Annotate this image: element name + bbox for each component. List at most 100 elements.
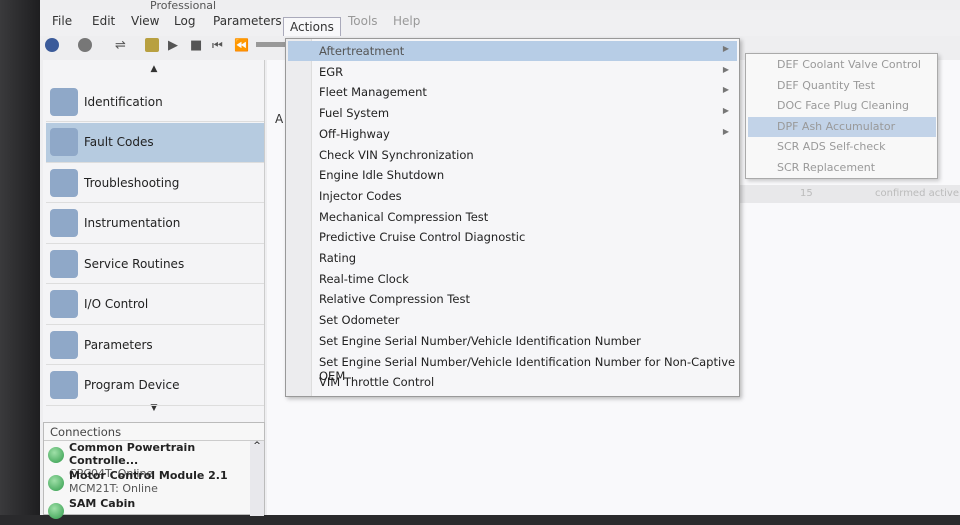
menu-parameters[interactable]: Parameters bbox=[213, 14, 282, 28]
content-tab[interactable]: A bbox=[275, 112, 283, 126]
menu-item-label: Fuel System bbox=[319, 106, 390, 121]
menu-item-label: Predictive Cruise Control Diagnostic bbox=[319, 230, 526, 245]
menu-item-label: Real-time Clock bbox=[319, 271, 409, 286]
play-icon[interactable]: ▶ bbox=[168, 38, 182, 53]
menu-bar: File Edit View Log Parameters Actions Tools Hel… bbox=[40, 10, 960, 36]
menu-item-aftertreatment[interactable]: Aftertreatment ▶ bbox=[288, 41, 737, 61]
menu-item-set-odometer[interactable]: Set Odometer bbox=[288, 310, 737, 330]
menu-view[interactable]: View bbox=[131, 14, 159, 28]
menu-item-label: Fleet Management bbox=[319, 85, 427, 100]
actions-menu: Aftertreatment ▶ EGR ▶ Fleet Management ▶ Fuel… bbox=[285, 38, 740, 397]
gears-icon bbox=[50, 249, 78, 278]
connection-item[interactable]: SAM Cabin bbox=[44, 497, 264, 525]
sidebar-item-instrumentation[interactable]: Instrumentation bbox=[46, 204, 264, 244]
fault-count: 15 bbox=[800, 188, 813, 199]
sidebar-item-label: Program Device bbox=[84, 378, 180, 392]
menu-help[interactable]: Help bbox=[393, 14, 420, 28]
connection-name: SAM Cabin bbox=[69, 497, 136, 510]
menu-edit[interactable]: Edit bbox=[92, 14, 115, 28]
sidebar-item-identification[interactable]: Identification bbox=[46, 82, 264, 122]
toolbar: ⇌ ▶ ■ ⏮ ⏪ bbox=[40, 36, 300, 58]
menu-item-label: Rating bbox=[319, 251, 357, 265]
skip-start-icon[interactable]: ⏮ bbox=[212, 38, 226, 52]
submenu-arrow-icon: ▶ bbox=[722, 126, 729, 136]
menu-item-engine-idle-shutdown[interactable]: Engine Idle Shutdown bbox=[288, 165, 737, 185]
menu-item-vim-throttle-control[interactable]: VIM Throttle Control bbox=[288, 372, 737, 392]
submenu-arrow-icon: ▶ bbox=[722, 85, 729, 95]
slider-handle[interactable] bbox=[256, 42, 286, 47]
menu-item-label: Off-Highway bbox=[319, 126, 390, 141]
menu-item-predictive-cruise-control-diagnostic[interactable]: Predictive Cruise Control Diagnostic bbox=[288, 227, 737, 247]
menu-item-label: Aftertreatment bbox=[319, 44, 405, 58]
menu-item-check-vin-synchronization[interactable]: Check VIN Synchronization bbox=[288, 145, 737, 165]
menu-item-off-highway[interactable]: Off-Highway ▶ bbox=[288, 124, 737, 144]
submenu-item-scr-replacement[interactable]: SCR Replacement bbox=[748, 158, 936, 178]
back-icon[interactable] bbox=[45, 38, 59, 52]
submenu-item-scr-ads-self-check[interactable]: SCR ADS Self-check bbox=[748, 137, 936, 157]
menu-file[interactable]: File bbox=[52, 14, 72, 28]
connections-title: Connections bbox=[44, 423, 264, 441]
app-window: Professional File Edit View Log Parameters Ac… bbox=[40, 0, 960, 519]
connection-item[interactable]: Motor Control Module 2.1 MCM21T: Online bbox=[44, 469, 264, 497]
sidebar-item-fault-codes[interactable]: Fault Codes bbox=[46, 122, 264, 163]
fault-light-icon bbox=[50, 128, 78, 156]
menu-item-fleet-management[interactable]: Fleet Management ▶ bbox=[288, 82, 737, 102]
submenu-item-def-quantity-test[interactable]: DEF Quantity Test bbox=[748, 76, 936, 96]
menu-item-real-time-clock[interactable]: Real-time Clock bbox=[288, 269, 737, 289]
menu-item-label: Mechanical Compression Test bbox=[319, 209, 489, 224]
forward-icon[interactable] bbox=[78, 38, 92, 52]
stop-icon[interactable]: ■ bbox=[190, 38, 204, 53]
window-title: Professional bbox=[150, 0, 217, 12]
submenu-arrow-icon: ▶ bbox=[722, 106, 729, 116]
status-online-icon bbox=[48, 447, 64, 463]
menu-actions[interactable]: Actions bbox=[283, 17, 341, 36]
gear-icon bbox=[50, 290, 78, 318]
connection-status: MCM21T: Online bbox=[69, 482, 158, 495]
fault-status: confirmed active bbox=[875, 188, 960, 199]
menu-item-label: Engine Idle Shutdown bbox=[319, 168, 445, 183]
sidebar-item-service-routines[interactable]: Service Routines bbox=[46, 244, 264, 284]
scroll-up-icon[interactable]: ▲ bbox=[43, 64, 265, 74]
sidebar-item-program-device[interactable]: Program Device bbox=[46, 366, 264, 406]
chip-icon bbox=[50, 371, 78, 399]
sidebar-item-label: Service Routines bbox=[84, 256, 185, 271]
menu-item-mechanical-compression-test[interactable]: Mechanical Compression Test bbox=[288, 207, 737, 227]
menu-item-label: Set Engine Serial Number/Vehicle Identif… bbox=[319, 333, 641, 348]
menu-item-set-engine-serial-number-vehicle-identif[interactable]: Set Engine Serial Number/Vehicle Identif… bbox=[288, 352, 737, 383]
aftertreatment-submenu: DEF Coolant Valve Control DEF Quantity Te… bbox=[745, 53, 938, 179]
menu-log[interactable]: Log bbox=[174, 14, 195, 28]
submenu-item-dpf-ash-accumulator[interactable]: DPF Ash Accumulator bbox=[748, 116, 936, 137]
menu-item-set-engine-serial-number-vehicle-identif[interactable]: Set Engine Serial Number/Vehicle Identif… bbox=[288, 331, 737, 351]
menu-item-label: Check VIN Synchronization bbox=[319, 147, 474, 162]
submenu-item-def-coolant-valve-control[interactable]: DEF Coolant Valve Control bbox=[748, 55, 936, 75]
id-card-icon bbox=[50, 87, 78, 116]
swap-icon[interactable]: ⇌ bbox=[115, 38, 129, 53]
clipboard-icon bbox=[50, 330, 78, 359]
sidebar-item-parameters[interactable]: Parameters bbox=[46, 325, 264, 365]
connection-name: Common Powertrain Controlle... bbox=[69, 441, 196, 467]
rewind-icon[interactable]: ⏪ bbox=[234, 38, 249, 52]
menu-item-fuel-system[interactable]: Fuel System ▶ bbox=[288, 103, 737, 123]
connections-panel: Connections ^ Common Powertrain Controll… bbox=[43, 422, 265, 519]
gauge-icon bbox=[50, 209, 78, 237]
submenu-item-doc-face-plug-cleaning[interactable]: DOC Face Plug Cleaning bbox=[748, 96, 936, 116]
connection-item[interactable]: Common Powertrain Controlle... CPC04T: On… bbox=[44, 441, 264, 480]
sidebar-item-troubleshooting[interactable]: Troubleshooting bbox=[46, 163, 264, 203]
menu-item-rating[interactable]: Rating bbox=[288, 248, 737, 268]
sidebar-item-label: Identification bbox=[84, 94, 163, 109]
menu-item-label: VIM Throttle Control bbox=[319, 375, 435, 390]
submenu-arrow-icon: ▶ bbox=[722, 64, 729, 74]
connection-name: Motor Control Module 2.1 bbox=[69, 469, 228, 482]
menu-item-label: Injector Codes bbox=[319, 188, 402, 203]
menu-tools[interactable]: Tools bbox=[348, 14, 378, 28]
submenu-arrow-icon: ▶ bbox=[722, 44, 729, 53]
sidebar-item-i-o-control[interactable]: I/O Control bbox=[46, 285, 264, 325]
menu-item-relative-compression-test[interactable]: Relative Compression Test bbox=[288, 289, 737, 309]
stethoscope-icon bbox=[50, 168, 78, 197]
folder-icon[interactable] bbox=[145, 38, 159, 52]
menu-item-injector-codes[interactable]: Injector Codes bbox=[288, 186, 737, 206]
menu-item-egr[interactable]: EGR ▶ bbox=[288, 62, 737, 82]
status-online-icon bbox=[48, 475, 64, 491]
sidebar-item-label: Instrumentation bbox=[84, 216, 181, 230]
sidebar-item-label: Fault Codes bbox=[84, 135, 154, 149]
